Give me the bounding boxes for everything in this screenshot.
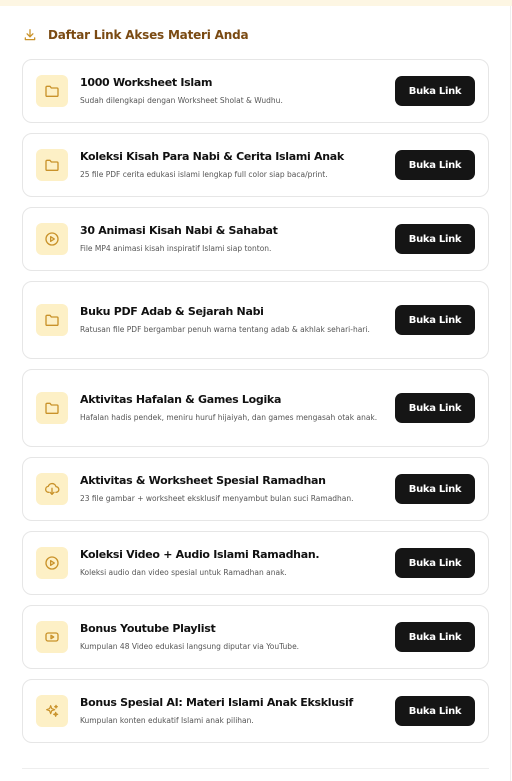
item-description: 25 file PDF cerita edukasi islami lengka… [80, 170, 328, 179]
item-description: Kumpulan 48 Video edukasi langsung diput… [80, 642, 300, 651]
list-item: Buku PDF Adab & Sejarah Nabi Ratusan fil… [22, 281, 489, 359]
list-item: Bonus Youtube Playlist Kumpulan 48 Video… [22, 605, 489, 669]
item-title: Bonus Youtube Playlist [80, 622, 216, 635]
divider [22, 768, 489, 769]
list-item: 30 Animasi Kisah Nabi & Sahabat File MP4… [22, 207, 489, 271]
section-title: Daftar Link Akses Materi Anda [48, 28, 249, 42]
open-link-button[interactable]: Buka Link [395, 305, 475, 335]
item-description: File MP4 animasi kisah inspiratif Islami… [80, 244, 272, 253]
list-item: 1000 Worksheet Islam Sudah dilengkapi de… [22, 59, 489, 123]
item-description: Ratusan file PDF bergambar penuh warna t… [80, 325, 370, 334]
play-circle-icon [36, 223, 68, 255]
list-item: Koleksi Kisah Para Nabi & Cerita Islami … [22, 133, 489, 197]
folder-icon [36, 304, 68, 336]
item-title: 1000 Worksheet Islam [80, 76, 213, 89]
list-item: Aktivitas & Worksheet Spesial Ramadhan 2… [22, 457, 489, 521]
section-header: Daftar Link Akses Materi Anda [22, 24, 249, 46]
item-description: Sudah dilengkapi dengan Worksheet Sholat… [80, 96, 283, 105]
list-item: Aktivitas Hafalan & Games Logika Hafalan… [22, 369, 489, 447]
item-description: Kumpulan konten edukatif Islami anak pil… [80, 716, 254, 725]
open-link-button[interactable]: Buka Link [395, 224, 475, 254]
list-item: Koleksi Video + Audio Islami Ramadhan. K… [22, 531, 489, 595]
folder-icon [36, 75, 68, 107]
sparkles-icon [36, 695, 68, 727]
open-link-button[interactable]: Buka Link [395, 696, 475, 726]
open-link-button[interactable]: Buka Link [395, 150, 475, 180]
item-title: Koleksi Video + Audio Islami Ramadhan. [80, 548, 320, 561]
youtube-icon [36, 621, 68, 653]
item-description: 23 file gambar + worksheet eksklusif men… [80, 494, 354, 503]
open-link-button[interactable]: Buka Link [395, 76, 475, 106]
folder-icon [36, 392, 68, 424]
open-link-button[interactable]: Buka Link [395, 474, 475, 504]
item-title: Aktivitas & Worksheet Spesial Ramadhan [80, 474, 326, 487]
list-item: Bonus Spesial AI: Materi Islami Anak Eks… [22, 679, 489, 743]
item-title: Bonus Spesial AI: Materi Islami Anak Eks… [80, 696, 353, 709]
download-icon [22, 27, 38, 43]
item-description: Hafalan hadis pendek, meniru huruf hijai… [80, 413, 378, 422]
open-link-button[interactable]: Buka Link [395, 548, 475, 578]
open-link-button[interactable]: Buka Link [395, 622, 475, 652]
item-title: 30 Animasi Kisah Nabi & Sahabat [80, 224, 278, 237]
cloud-download-icon [36, 473, 68, 505]
item-title: Aktivitas Hafalan & Games Logika [80, 393, 282, 406]
open-link-button[interactable]: Buka Link [395, 393, 475, 423]
item-description: Koleksi audio dan video spesial untuk Ra… [80, 568, 287, 577]
play-circle-icon [36, 547, 68, 579]
item-title: Koleksi Kisah Para Nabi & Cerita Islami … [80, 150, 344, 163]
item-title: Buku PDF Adab & Sejarah Nabi [80, 305, 264, 318]
folder-icon [36, 149, 68, 181]
link-list: 1000 Worksheet Islam Sudah dilengkapi de… [22, 59, 489, 743]
